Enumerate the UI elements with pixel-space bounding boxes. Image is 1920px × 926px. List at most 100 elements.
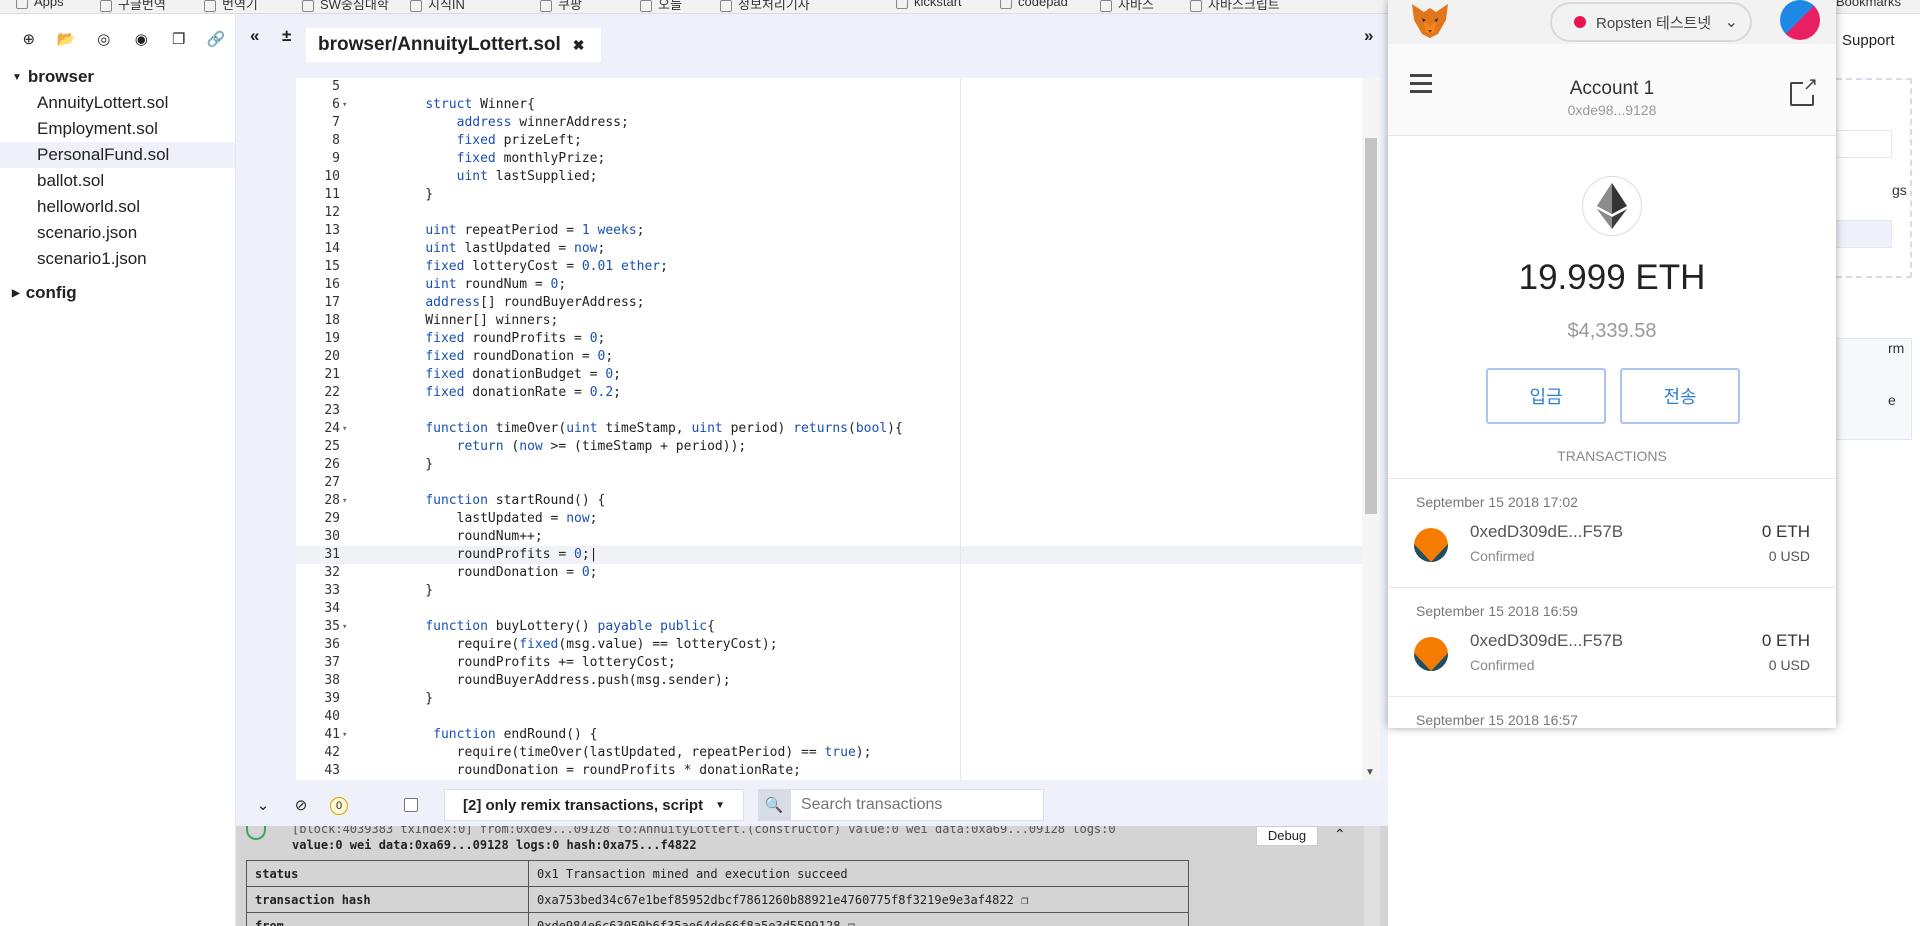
bookmark-item[interactable]: 지식IN <box>410 0 465 13</box>
bookmark-apps[interactable]: Apps <box>16 0 64 9</box>
code-line[interactable]: 13 uint repeatPeriod = 1 weeks; <box>296 222 1362 240</box>
bookmark-item[interactable]: SW중심대학 <box>302 0 389 13</box>
scroll-down-icon[interactable]: ▼ <box>1365 767 1375 778</box>
fold-arrow-icon[interactable]: ▾ <box>342 618 347 636</box>
minimize-terminal-icon[interactable]: ⌄ <box>244 796 282 814</box>
code-line[interactable]: 40 <box>296 708 1362 726</box>
terminal-scrollbar[interactable] <box>1364 826 1380 926</box>
editor-scrollbar[interactable]: ▼ <box>1362 78 1380 780</box>
code-line[interactable]: 37 roundProfits += lotteryCost; <box>296 654 1362 672</box>
bookmark-item[interactable]: 번역기 <box>204 0 258 13</box>
code-line[interactable]: 18 Winner[] winners; <box>296 312 1362 330</box>
fold-arrow-icon[interactable]: ▾ <box>342 492 347 510</box>
bookmark-item[interactable]: 자바스 <box>1100 0 1154 13</box>
deposit-button[interactable]: 입금 <box>1486 368 1606 424</box>
link-icon[interactable]: 🔗 <box>198 27 236 51</box>
fold-arrow-icon[interactable]: ▾ <box>342 96 347 114</box>
tree-config[interactable]: ▶ config <box>0 280 235 306</box>
expand-view-icon[interactable] <box>1790 74 1818 106</box>
code-line[interactable]: 43 roundDonation = roundProfits * donati… <box>296 762 1362 780</box>
code-line[interactable]: 12 <box>296 204 1362 222</box>
code-line[interactable]: 39 } <box>296 690 1362 708</box>
tree-browser[interactable]: ▼ browser <box>0 64 235 90</box>
code-line[interactable]: 17 address[] roundBuyerAddress; <box>296 294 1362 312</box>
bookmark-item[interactable]: 오늘 <box>640 0 682 13</box>
code-line[interactable]: 6 ▾ struct Winner{ <box>296 96 1362 114</box>
transaction-item[interactable]: September 15 2018 16:57 <box>1388 698 1836 728</box>
code-line[interactable]: 28 ▾ function startRound() { <box>296 492 1362 510</box>
file-item[interactable]: Employment.sol <box>0 116 235 142</box>
code-line[interactable]: 41 ▾ function endRound() { <box>296 726 1362 744</box>
bookmark-item[interactable]: 정보처리기사 <box>720 0 810 13</box>
tab-file[interactable]: browser/AnnuityLottert.sol ✖ <box>306 28 601 62</box>
code-line[interactable]: 14 uint lastUpdated = now; <box>296 240 1362 258</box>
file-item[interactable]: helloworld.sol <box>0 194 235 220</box>
code-line[interactable]: 10 uint lastSupplied; <box>296 168 1362 186</box>
code-line[interactable]: 25 return (now >= (timeStamp + period)); <box>296 438 1362 456</box>
copy-icon[interactable]: ❐ <box>160 27 198 51</box>
gist-icon[interactable]: ◉ <box>123 27 161 51</box>
listen-checkbox[interactable] <box>404 798 418 812</box>
code-line[interactable]: 9 fixed monthlyPrize; <box>296 150 1362 168</box>
transaction-filter-select[interactable]: [2] only remix transactions, script ▼ <box>444 789 744 821</box>
code-line[interactable]: 27 <box>296 474 1362 492</box>
search-input[interactable] <box>789 789 1044 821</box>
code-line[interactable]: 22 fixed donationRate = 0.2; <box>296 384 1362 402</box>
code-line[interactable]: 38 roundBuyerAddress.push(msg.sender); <box>296 672 1362 690</box>
code-line[interactable]: 23 <box>296 402 1362 420</box>
transaction-item[interactable]: September 15 2018 17:02 0xedD309dE...F57… <box>1388 480 1836 588</box>
code-line[interactable]: 34 <box>296 600 1362 618</box>
file-item[interactable]: scenario.json <box>0 220 235 246</box>
code-line[interactable]: 32 roundDonation = 0; <box>296 564 1362 582</box>
file-item[interactable]: scenario1.json <box>0 246 235 272</box>
code-line[interactable]: 24 ▾ function timeOver(uint timeStamp, ui… <box>296 420 1362 438</box>
bookmark-item[interactable]: codepad <box>1000 0 1068 9</box>
send-button[interactable]: 전송 <box>1620 368 1740 424</box>
code-line[interactable]: 8 fixed prizeLeft; <box>296 132 1362 150</box>
code-line[interactable]: 15 fixed lotteryCost = 0.01 ether; <box>296 258 1362 276</box>
bookmark-item[interactable]: 구글번역 <box>100 0 166 13</box>
github-icon[interactable]: ◎ <box>85 27 123 51</box>
code-line[interactable]: 21 fixed donationBudget = 0; <box>296 366 1362 384</box>
clear-console-icon[interactable]: ⊘ <box>282 796 320 814</box>
code-line[interactable]: 11 } <box>296 186 1362 204</box>
code-line[interactable]: 26 } <box>296 456 1362 474</box>
code-line[interactable]: 16 uint roundNum = 0; <box>296 276 1362 294</box>
collapse-right-icon[interactable]: » <box>1364 26 1373 46</box>
copy-icon[interactable]: ❐ <box>1021 893 1028 907</box>
bookmark-item[interactable]: 쿠팡 <box>540 0 582 13</box>
file-item-selected[interactable]: PersonalFund.sol <box>0 142 235 168</box>
bookmark-other[interactable]: Bookmarks <box>1836 0 1901 9</box>
code-line[interactable]: 42 require(timeOver(lastUpdated, repeatP… <box>296 744 1362 762</box>
chevron-up-icon[interactable]: ⌃ <box>1334 826 1346 843</box>
support-link[interactable]: Support <box>1842 32 1895 49</box>
collapse-left-icon[interactable]: « <box>250 26 259 46</box>
log-entry-summary[interactable]: value:0 wei data:0xa69...09128 logs:0 ha… <box>292 838 697 852</box>
close-icon[interactable]: ✖ <box>573 37 585 54</box>
account-name[interactable]: Account 1 <box>1388 78 1836 100</box>
toggle-panel-icon[interactable]: ± <box>282 26 291 46</box>
code-editor[interactable]: 5 6 ▾ struct Winner{7 address winnerAddres… <box>296 78 1362 780</box>
scroll-thumb[interactable] <box>1365 138 1377 514</box>
code-line[interactable]: 35 ▾ function buyLottery() payable public… <box>296 618 1362 636</box>
file-item[interactable]: AnnuityLottert.sol <box>0 90 235 116</box>
search-icon[interactable]: 🔍 <box>757 789 790 821</box>
fold-arrow-icon[interactable]: ▾ <box>342 420 347 438</box>
code-line[interactable]: 20 fixed roundDonation = 0; <box>296 348 1362 366</box>
bookmark-item[interactable]: 자바스크립트 <box>1190 0 1280 13</box>
create-file-icon[interactable]: ⊕ <box>10 27 48 51</box>
open-folder-icon[interactable]: 📂 <box>48 27 86 51</box>
code-line[interactable]: 31 roundProfits = 0;| <box>296 546 1362 564</box>
code-line[interactable]: 7 address winnerAddress; <box>296 114 1362 132</box>
copy-icon[interactable]: ❐ <box>848 919 855 926</box>
account-address[interactable]: 0xde98...9128 <box>1388 102 1836 118</box>
file-item[interactable]: ballot.sol <box>0 168 235 194</box>
code-line[interactable]: 33 } <box>296 582 1362 600</box>
network-selector[interactable]: Ropsten 테스트넷 ⌄ <box>1550 2 1752 42</box>
account-avatar[interactable] <box>1780 0 1820 40</box>
debug-button[interactable]: Debug <box>1256 826 1318 846</box>
code-line[interactable]: 5 <box>296 78 1362 96</box>
code-line[interactable]: 29 lastUpdated = now; <box>296 510 1362 528</box>
code-line[interactable]: 30 roundNum++; <box>296 528 1362 546</box>
code-line[interactable]: 19 fixed roundProfits = 0; <box>296 330 1362 348</box>
